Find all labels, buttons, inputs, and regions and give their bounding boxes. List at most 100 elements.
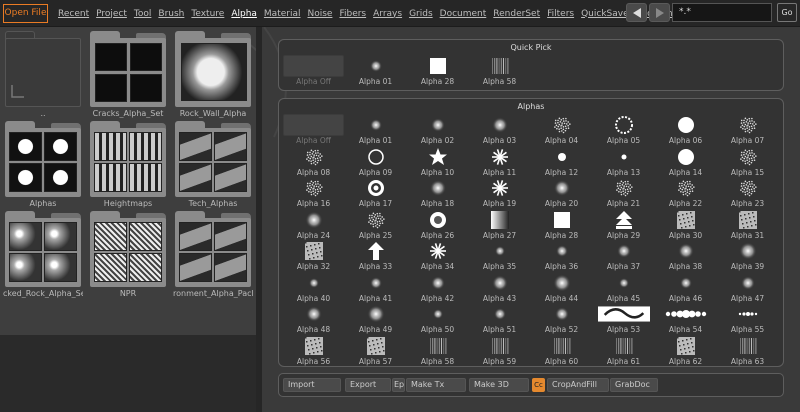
alpha-thumbnail[interactable]: Alpha 59 [469,335,530,368]
folder-item[interactable] [5,121,81,197]
go-button[interactable]: Go [777,3,797,22]
grab-doc-button[interactable]: GrabDoc [610,378,658,392]
alpha-thumbnail[interactable]: Alpha 23 [717,177,778,210]
alpha-thumbnail[interactable]: Alpha 01 [345,114,406,147]
alpha-thumbnail[interactable]: Alpha 19 [469,177,530,210]
tab-document[interactable]: Document [440,9,487,19]
alpha-thumbnail[interactable]: Alpha 28 [407,55,468,88]
alpha-thumbnail[interactable]: Alpha 03 [469,114,530,147]
alpha-thumbnail[interactable]: Alpha 62 [655,335,716,368]
alpha-thumbnail[interactable]: Alpha 27 [469,209,530,242]
alpha-thumbnail[interactable]: Alpha 40 [283,272,344,305]
tab-fibers[interactable]: Fibers [339,9,366,19]
alpha-thumbnail[interactable]: Alpha 35 [469,240,530,273]
alpha-thumbnail[interactable]: Alpha 58 [469,55,530,88]
back-button[interactable] [626,3,647,22]
tab-project[interactable]: Project [96,9,127,19]
forward-button[interactable] [649,3,670,22]
alpha-thumbnail[interactable]: Alpha 54 [655,303,716,336]
alpha-off-slot[interactable]: Alpha Off [283,114,344,147]
tab-quicksave[interactable]: QuickSave [581,9,629,19]
ep-button[interactable]: Ep [392,378,405,392]
alpha-thumbnail[interactable]: Alpha 09 [345,146,406,179]
alpha-thumbnail[interactable]: Alpha 29 [593,209,654,242]
alpha-thumbnail[interactable]: Alpha 07 [717,114,778,147]
alpha-thumbnail[interactable]: Alpha 06 [655,114,716,147]
alpha-thumbnail[interactable]: Alpha 16 [283,177,344,210]
alpha-thumbnail[interactable]: Alpha 04 [531,114,592,147]
alpha-thumbnail[interactable]: Alpha 22 [655,177,716,210]
alpha-thumbnail[interactable]: Alpha 56 [283,335,344,368]
alpha-thumbnail[interactable]: Alpha 25 [345,209,406,242]
alpha-thumbnail[interactable]: Alpha 24 [283,209,344,242]
alpha-thumbnail[interactable]: Alpha 20 [531,177,592,210]
tab-renderset[interactable]: RenderSet [493,9,540,19]
alpha-thumbnail[interactable]: Alpha 46 [655,272,716,305]
alpha-thumbnail[interactable]: Alpha 42 [407,272,468,305]
alpha-thumbnail[interactable]: Alpha 55 [717,303,778,336]
parent-folder[interactable] [5,31,81,107]
alpha-thumbnail[interactable]: Alpha 45 [593,272,654,305]
alpha-thumbnail[interactable]: Alpha 21 [593,177,654,210]
alpha-thumbnail[interactable]: Alpha 41 [345,272,406,305]
folder-item[interactable] [5,211,81,287]
alpha-thumbnail[interactable]: Alpha 14 [655,146,716,179]
alpha-thumbnail[interactable]: Alpha 12 [531,146,592,179]
open-file-button[interactable]: Open File [3,4,48,23]
import-button[interactable]: Import [283,378,341,392]
cc-toggle[interactable]: Cc [532,378,545,392]
tab-filters[interactable]: Filters [547,9,574,19]
alpha-thumbnail[interactable]: Alpha 32 [283,240,344,273]
crop-and-fill-button[interactable]: CropAndFill [547,378,609,392]
alpha-thumbnail[interactable]: Alpha 48 [283,303,344,336]
folder-item[interactable] [90,121,166,197]
alpha-thumbnail[interactable]: Alpha 28 [531,209,592,242]
tab-material[interactable]: Material [264,9,301,19]
alpha-thumbnail[interactable]: Alpha 50 [407,303,468,336]
alpha-thumbnail[interactable]: Alpha 44 [531,272,592,305]
alpha-thumbnail[interactable]: Alpha 17 [345,177,406,210]
tab-noise[interactable]: Noise [307,9,332,19]
file-filter-input[interactable]: *.* [672,3,772,22]
alpha-thumbnail[interactable]: Alpha 30 [655,209,716,242]
alpha-thumbnail[interactable]: Alpha 58 [407,335,468,368]
alpha-thumbnail[interactable]: Alpha 52 [531,303,592,336]
alpha-thumbnail[interactable]: Alpha 31 [717,209,778,242]
tab-arrays[interactable]: Arrays [373,9,402,19]
alpha-thumbnail[interactable]: Alpha 08 [283,146,344,179]
tab-brush[interactable]: Brush [158,9,184,19]
alpha-thumbnail[interactable]: Alpha 18 [407,177,468,210]
alpha-thumbnail[interactable]: Alpha 26 [407,209,468,242]
tab-tool[interactable]: Tool [134,9,151,19]
alpha-thumbnail[interactable]: Alpha 60 [531,335,592,368]
folder-item[interactable] [90,211,166,287]
alpha-thumbnail[interactable]: Alpha 11 [469,146,530,179]
alpha-thumbnail[interactable]: Alpha 38 [655,240,716,273]
export-button[interactable]: Export [345,378,391,392]
alpha-thumbnail[interactable]: Alpha 47 [717,272,778,305]
folder-item[interactable] [175,211,251,287]
alpha-thumbnail[interactable]: Alpha 39 [717,240,778,273]
alpha-thumbnail[interactable]: Alpha 61 [593,335,654,368]
alpha-thumbnail[interactable]: Alpha 57 [345,335,406,368]
alpha-thumbnail[interactable]: Alpha 34 [407,240,468,273]
alpha-thumbnail[interactable]: Alpha 49 [345,303,406,336]
alpha-thumbnail[interactable]: Alpha 05 [593,114,654,147]
alpha-thumbnail[interactable]: Alpha 43 [469,272,530,305]
alpha-off-slot[interactable]: Alpha Off [283,55,344,88]
folder-item[interactable] [175,121,251,197]
folder-item[interactable] [175,31,251,107]
alpha-thumbnail[interactable]: Alpha 63 [717,335,778,368]
alpha-thumbnail[interactable]: Alpha 53 [593,303,654,336]
alpha-thumbnail[interactable]: Alpha 01 [345,55,406,88]
alpha-thumbnail[interactable]: Alpha 02 [407,114,468,147]
make-3d-button[interactable]: Make 3D [469,378,529,392]
alpha-thumbnail[interactable]: Alpha 15 [717,146,778,179]
tab-recent[interactable]: Recent [58,9,89,19]
alpha-thumbnail[interactable]: Alpha 37 [593,240,654,273]
make-tx-button[interactable]: Make Tx [406,378,466,392]
alpha-thumbnail[interactable]: Alpha 10 [407,146,468,179]
tab-texture[interactable]: Texture [191,9,224,19]
tab-grids[interactable]: Grids [409,9,433,19]
tab-alpha[interactable]: Alpha [231,9,257,19]
